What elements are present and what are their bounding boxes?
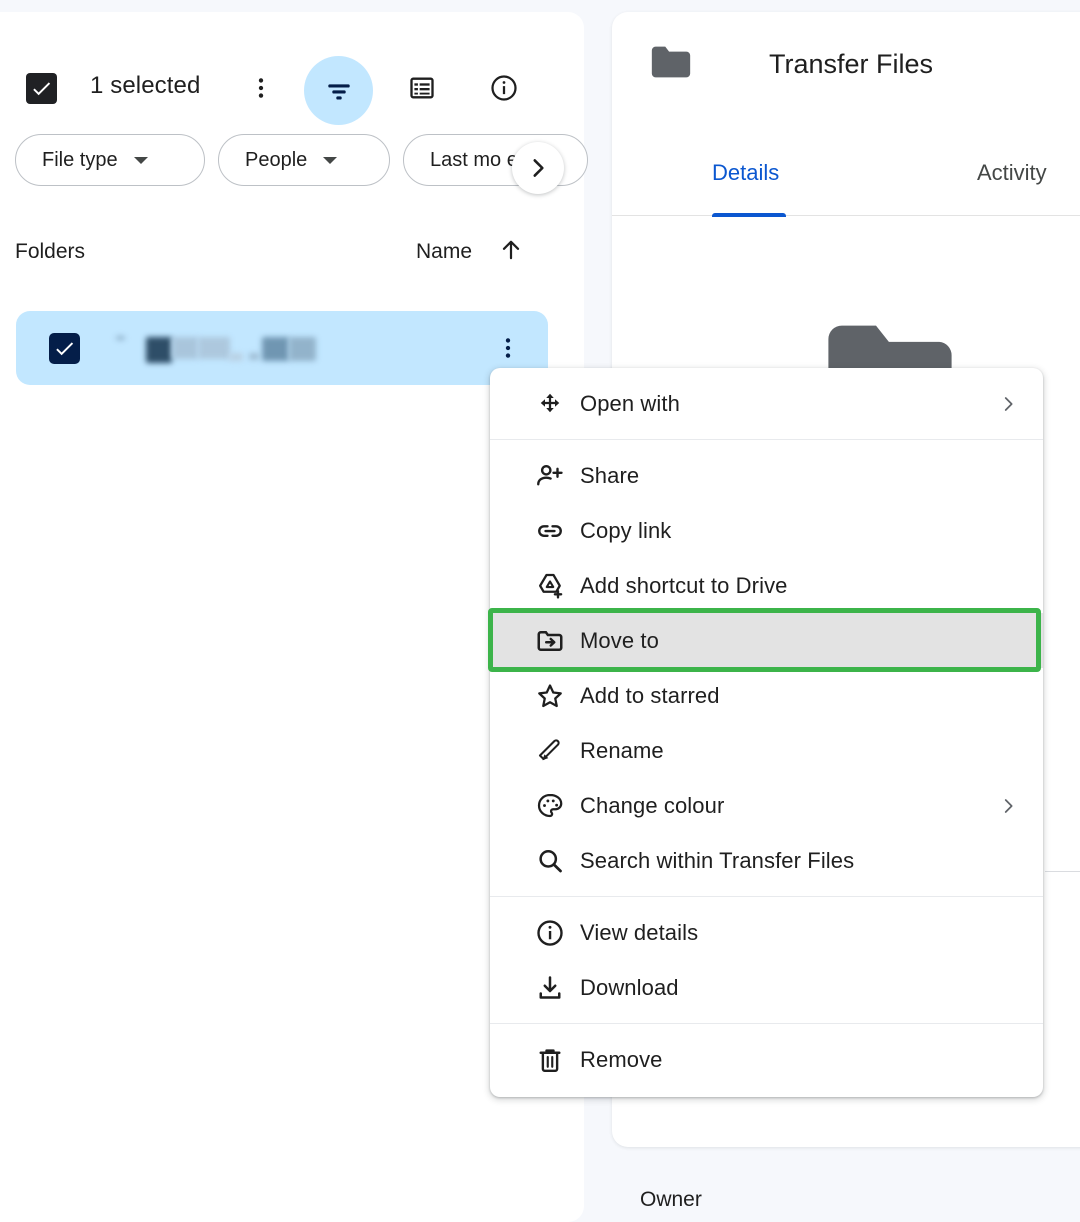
page-title: Transfer Files [769, 49, 934, 79]
link-icon [520, 516, 580, 546]
selected-count-label: 1 selected [90, 72, 201, 99]
open-with-move-icon [520, 389, 580, 419]
select-all-checkbox[interactable] [26, 73, 57, 104]
menu-item-copy-link[interactable]: Copy link [490, 503, 1043, 558]
menu-item-rename[interactable]: Rename [490, 723, 1043, 778]
folder-icon [648, 42, 694, 87]
row-checkbox[interactable] [49, 333, 80, 364]
menu-item-label: Add to starred [580, 682, 720, 708]
active-tab-indicator [712, 213, 786, 217]
menu-item-search-within-folder[interactable]: Search within Transfer Files [490, 833, 1043, 888]
menu-item-add-shortcut-to-drive[interactable]: Add shortcut to Drive [490, 558, 1043, 613]
person-add-icon [520, 461, 580, 491]
tab-activity[interactable]: Activity [977, 160, 1047, 206]
menu-item-view-details[interactable]: View details [490, 905, 1043, 960]
arrow-up-icon[interactable] [497, 236, 525, 269]
menu-item-label: Share [580, 462, 640, 488]
chevron-right-icon [997, 393, 1019, 415]
menu-separator [490, 1023, 1043, 1024]
trash-icon [520, 1045, 580, 1075]
table-row[interactable] [16, 311, 548, 385]
list-view-icon[interactable] [404, 70, 440, 106]
menu-separator [490, 896, 1043, 897]
menu-item-label: Move to [580, 627, 659, 653]
section-title: Folders [15, 240, 86, 263]
menu-item-label: View details [580, 919, 699, 945]
chevron-down-icon [133, 156, 148, 164]
filter-chip-label: People [245, 148, 308, 171]
star-outline-icon [520, 681, 580, 711]
menu-item-share[interactable]: Share [490, 448, 1043, 503]
filter-chip-file-type[interactable]: File type [15, 134, 205, 186]
filter-chip-label: Last mo e [430, 148, 518, 171]
menu-item-open-with[interactable]: Open with [490, 376, 1043, 431]
owner-field-label: Owner [640, 1188, 702, 1211]
add-shortcut-icon [520, 571, 580, 601]
chevron-right-icon [997, 795, 1019, 817]
move-to-folder-icon [520, 626, 580, 656]
menu-separator [490, 439, 1043, 440]
info-outline-icon [520, 918, 580, 948]
search-icon [520, 846, 580, 876]
menu-item-label: Remove [580, 1046, 663, 1072]
tab-details[interactable]: Details [712, 160, 779, 206]
menu-item-label: Copy link [580, 517, 672, 543]
menu-item-remove[interactable]: Remove [490, 1032, 1043, 1087]
row-more-vert-icon[interactable] [490, 330, 526, 366]
folders-section-header: Folders Name [0, 240, 584, 280]
selection-toolbar: 1 selected [0, 20, 584, 125]
menu-item-label: Change colour [580, 792, 725, 818]
menu-item-label: Rename [580, 737, 664, 763]
context-menu: Open with Share Copy link Add shortcut t… [488, 368, 1043, 1097]
filter-list-icon[interactable] [304, 56, 373, 125]
details-tab-bar: Details Activity [612, 150, 1080, 217]
menu-item-change-colour[interactable]: Change colour [490, 778, 1043, 833]
pencil-icon [520, 736, 580, 766]
details-panel-header: Transfer Files [648, 42, 933, 87]
details-divider [1045, 871, 1080, 872]
menu-item-download[interactable]: Download [490, 960, 1043, 1015]
info-outline-icon[interactable] [486, 70, 522, 106]
more-vert-icon[interactable] [243, 70, 279, 106]
filter-chip-label: File type [42, 148, 118, 171]
menu-item-label: Search within Transfer Files [580, 847, 855, 873]
menu-item-add-to-starred[interactable]: Add to starred [490, 668, 1043, 723]
chevron-right-icon[interactable] [512, 142, 564, 194]
filter-chip-bar: File type People Last mo e [0, 134, 588, 194]
menu-item-label: Download [580, 974, 679, 1000]
download-icon [520, 973, 580, 1003]
menu-item-move-to[interactable]: Move to [488, 608, 1043, 672]
menu-item-label: Open with [580, 390, 680, 416]
filter-chip-people[interactable]: People [218, 134, 390, 186]
chevron-down-icon [323, 156, 338, 164]
sort-column-label[interactable]: Name [416, 240, 472, 264]
palette-icon [520, 791, 580, 821]
folder-name-redacted [116, 333, 316, 363]
menu-item-label: Add shortcut to Drive [580, 572, 788, 598]
